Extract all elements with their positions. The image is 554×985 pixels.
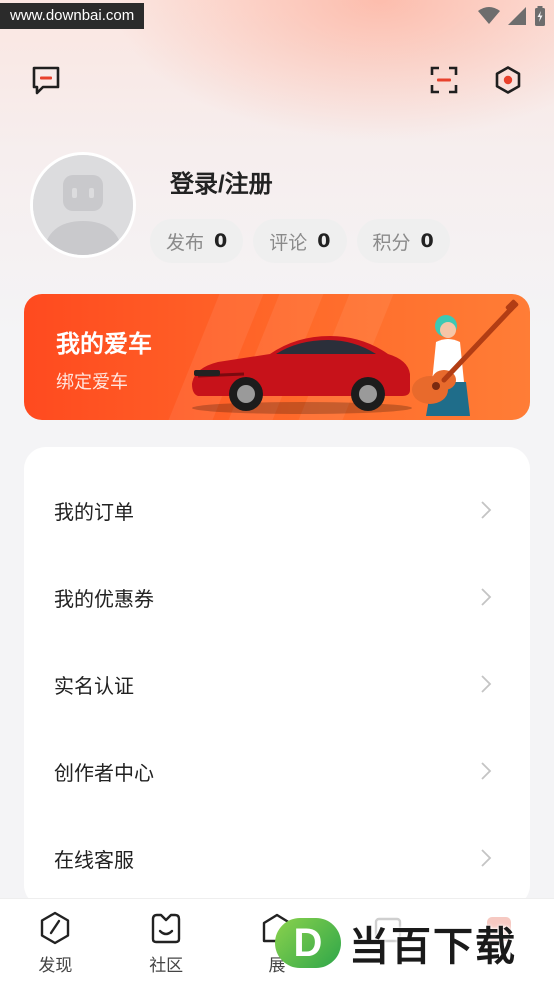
menu-item-label: 创作者中心	[54, 760, 154, 785]
menu-item-label: 实名认证	[54, 673, 134, 698]
login-register-link[interactable]: 登录/注册	[170, 164, 273, 199]
car-banner-subtitle: 绑定爱车	[56, 372, 128, 393]
chevron-right-icon	[481, 588, 492, 606]
site-watermark: www.downbai.com	[0, 3, 145, 29]
menu-item-customer-service[interactable]: 在线客服	[24, 815, 530, 901]
menu-item-orders[interactable]: 我的订单	[24, 467, 530, 553]
message-button[interactable]	[28, 62, 64, 98]
status-bar	[478, 6, 546, 26]
menu-item-verification[interactable]: 实名认证	[24, 641, 530, 727]
chevron-right-icon	[481, 501, 492, 519]
chevron-right-icon	[481, 849, 492, 867]
menu-item-coupons[interactable]: 我的优惠券	[24, 554, 530, 640]
brand-logo: D	[275, 918, 341, 968]
car-banner-title: 我的爱车	[56, 331, 152, 358]
discover-icon	[41, 911, 70, 945]
scan-icon	[430, 66, 458, 94]
stat-comments[interactable]: 评论 0	[253, 219, 347, 263]
menu-card: 我的订单 我的优惠券 实名认证 创作者中心 在线客服	[24, 447, 530, 907]
brand-watermark: D 当百下载	[275, 914, 517, 972]
stat-label: 积分	[372, 231, 411, 254]
my-car-banner[interactable]: 我的爱车 绑定爱车	[24, 294, 530, 420]
tab-community[interactable]: 社区	[111, 899, 222, 985]
guitarist-illustration	[412, 299, 519, 416]
community-icon	[151, 913, 181, 944]
stat-label: 评论	[269, 231, 308, 254]
chevron-right-icon	[481, 675, 492, 693]
settings-button[interactable]	[490, 62, 526, 98]
settings-icon	[495, 66, 521, 94]
profile-stats: 发布 0 评论 0 积分 0	[150, 219, 450, 263]
battery-icon	[535, 6, 545, 26]
chevron-right-icon	[481, 762, 492, 780]
tab-label: 社区	[149, 956, 184, 976]
stat-value: 0	[317, 230, 331, 252]
menu-item-label: 我的订单	[54, 499, 134, 524]
stat-value: 0	[214, 230, 228, 252]
stat-label: 发布	[166, 231, 205, 254]
tab-discover[interactable]: 发现	[0, 899, 111, 985]
scan-button[interactable]	[426, 62, 462, 98]
stat-posts[interactable]: 发布 0	[150, 219, 244, 263]
default-avatar-icon	[33, 155, 133, 255]
message-icon	[32, 66, 60, 95]
tab-label: 发现	[38, 956, 73, 976]
brand-text: 当百下载	[349, 924, 517, 970]
signal-icon	[508, 7, 526, 25]
stat-value: 0	[420, 230, 434, 252]
menu-item-creator-center[interactable]: 创作者中心	[24, 728, 530, 814]
car-illustration	[192, 336, 412, 414]
menu-item-label: 我的优惠券	[54, 586, 154, 611]
stat-points[interactable]: 积分 0	[356, 219, 450, 263]
avatar[interactable]	[30, 152, 136, 258]
menu-item-label: 在线客服	[54, 847, 134, 872]
wifi-icon	[478, 7, 500, 24]
